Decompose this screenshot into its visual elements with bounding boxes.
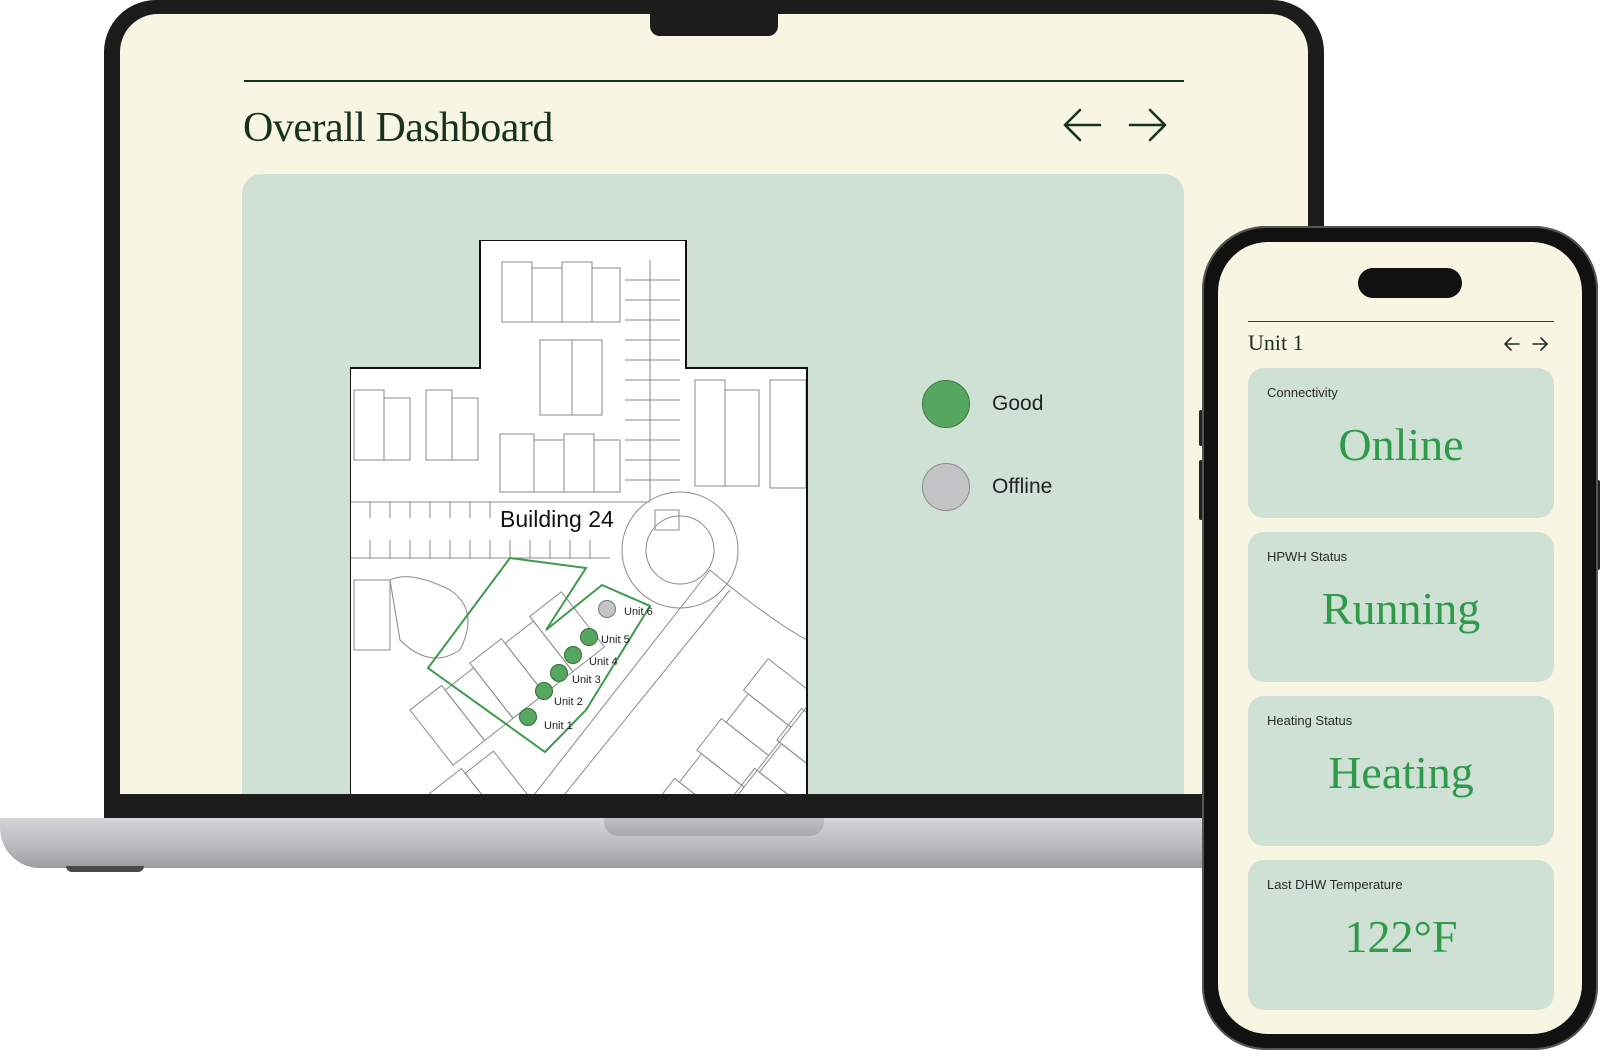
card-value: Running <box>1321 583 1481 634</box>
arrow-left-icon[interactable] <box>1060 102 1106 148</box>
unit-label-4: Unit 4 <box>589 656 618 668</box>
connectivity-card[interactable]: Connectivity Online <box>1248 368 1554 518</box>
page-title: Overall Dashboard <box>243 105 553 151</box>
unit-label-1: Unit 1 <box>544 720 573 732</box>
legend-label-good: Good <box>992 392 1044 415</box>
unit-marker-4[interactable] <box>564 646 582 664</box>
unit-label-3: Unit 3 <box>572 674 601 686</box>
unit-title: Unit 1 <box>1248 330 1304 355</box>
unit-label-6: Unit 6 <box>624 606 653 618</box>
card-value: 122°F <box>1344 911 1458 962</box>
unit-marker-6[interactable] <box>598 600 616 618</box>
phone-frame: Unit 1 Connectivity Online HPWH Status R… <box>1202 226 1598 1050</box>
laptop-foot <box>66 866 144 872</box>
laptop-bottom-bezel <box>104 794 1324 818</box>
unit-label-5: Unit 5 <box>601 634 630 646</box>
unit-marker-1[interactable] <box>519 708 537 726</box>
arrow-right-icon[interactable] <box>1530 334 1550 354</box>
dynamic-island <box>1358 268 1462 298</box>
card-label: Last DHW Temperature <box>1267 877 1403 892</box>
legend-item-offline: Offline <box>922 463 1052 511</box>
title-rule <box>1248 321 1554 322</box>
unit-label-2: Unit 2 <box>554 696 583 708</box>
arrow-left-icon[interactable] <box>1502 334 1522 354</box>
legend-label-offline: Offline <box>992 475 1053 498</box>
card-label: Connectivity <box>1267 385 1338 400</box>
card-value: Online <box>1338 419 1464 470</box>
heating-status-card[interactable]: Heating Status Heating <box>1248 696 1554 846</box>
title-rule <box>244 80 1184 82</box>
laptop-screen: Overall Dashboard Building 24 Unit 6 Uni… <box>120 14 1308 794</box>
unit-marker-3[interactable] <box>550 664 568 682</box>
map-panel: Building 24 Unit 6 Unit 5 Unit 4 Unit 3 … <box>242 174 1184 794</box>
legend-dot-offline <box>922 463 970 511</box>
legend-dot-good <box>922 380 970 428</box>
card-value: Heating <box>1328 747 1474 798</box>
site-map[interactable]: Building 24 Unit 6 Unit 5 Unit 4 Unit 3 … <box>349 239 810 794</box>
unit-marker-5[interactable] <box>580 628 598 646</box>
laptop-base-notch <box>604 818 824 836</box>
building-label: Building 24 <box>498 506 616 533</box>
unit-marker-2[interactable] <box>535 682 553 700</box>
card-label: Heating Status <box>1267 713 1353 728</box>
dhw-temperature-card[interactable]: Last DHW Temperature 122°F <box>1248 860 1554 1010</box>
laptop-notch <box>650 14 778 36</box>
card-label: HPWH Status <box>1267 549 1348 564</box>
legend-item-good: Good <box>922 380 1043 428</box>
phone-screen: Unit 1 Connectivity Online HPWH Status R… <box>1218 242 1582 1034</box>
arrow-right-icon[interactable] <box>1124 102 1170 148</box>
hpwh-status-card[interactable]: HPWH Status Running <box>1248 532 1554 682</box>
